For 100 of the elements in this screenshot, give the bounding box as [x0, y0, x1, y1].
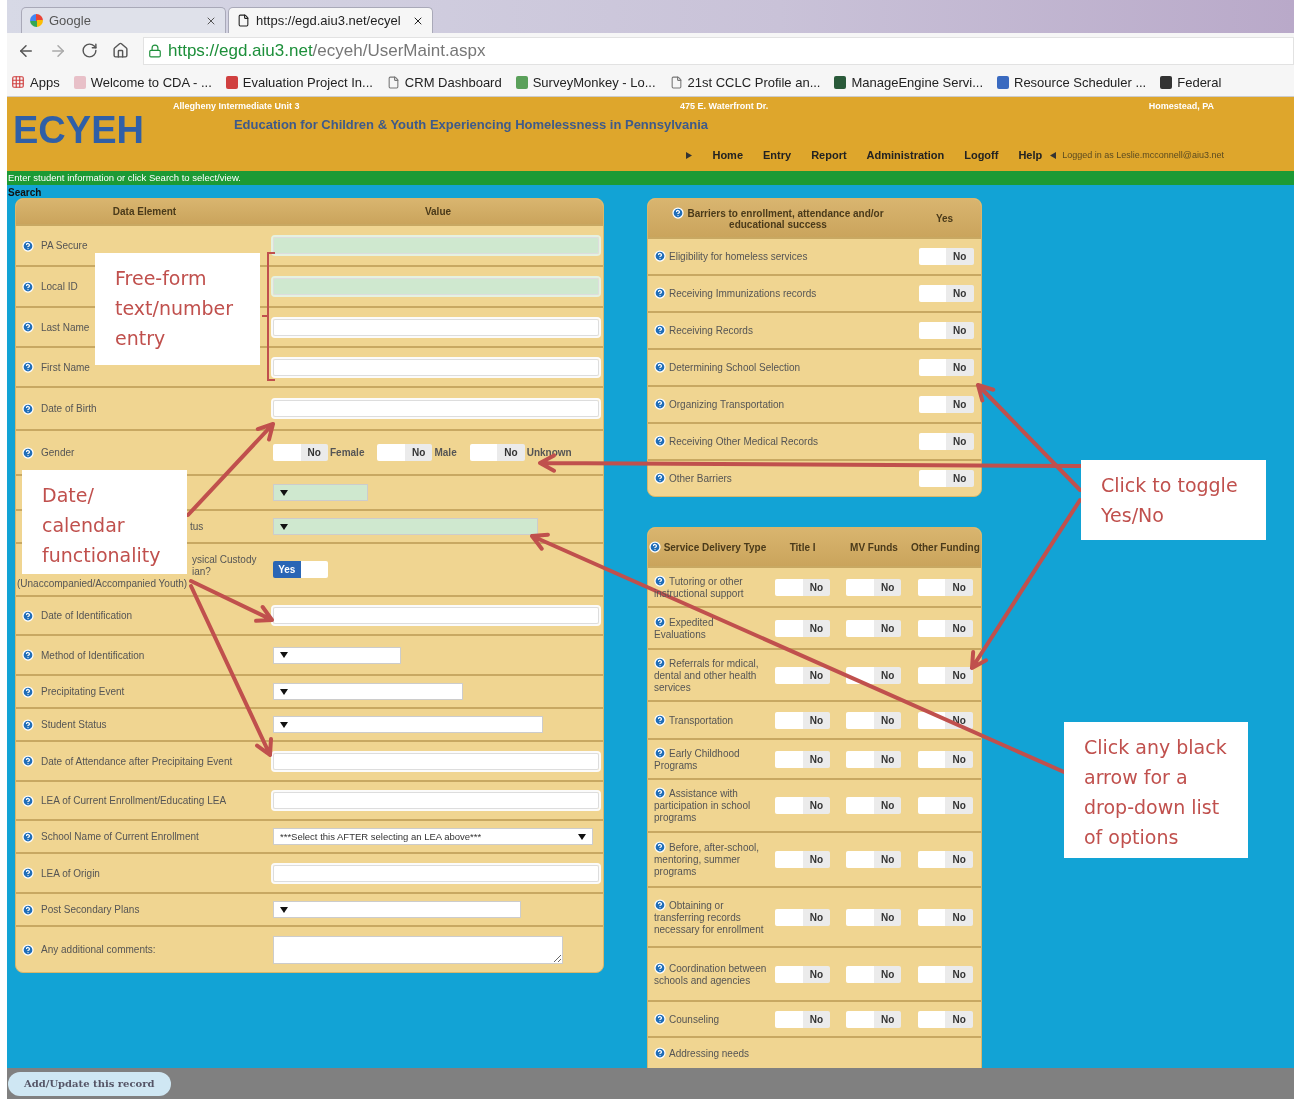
bookmark[interactable]: Evaluation Project In...: [225, 74, 373, 90]
help-icon[interactable]: [654, 1047, 666, 1059]
annotation-callout: Date/ calendar functionality: [22, 470, 187, 574]
help-icon[interactable]: [672, 206, 685, 219]
field-label: Post Secondary Plans: [41, 904, 140, 915]
field-label: ian?: [192, 566, 211, 578]
help-icon[interactable]: [654, 398, 666, 410]
favicon-icon: [30, 14, 43, 27]
bookmark[interactable]: 21st CCLC Profile an...: [669, 74, 821, 90]
help-icon[interactable]: [654, 961, 666, 974]
field-label: Any additional comments:: [41, 944, 156, 955]
nav-link[interactable]: Administration: [866, 149, 945, 161]
triangle-icon: [1050, 151, 1057, 159]
column-header: Service Delivery Type: [648, 541, 767, 553]
help-icon[interactable]: [654, 287, 666, 299]
help-icon[interactable]: [22, 239, 34, 252]
help-icon[interactable]: [654, 250, 666, 262]
help-icon[interactable]: [654, 361, 666, 373]
text-field[interactable]: [273, 752, 599, 770]
service-label: Counseling: [654, 1013, 720, 1025]
field-label: First Name: [41, 361, 90, 373]
help-icon[interactable]: [22, 755, 34, 767]
help-icon[interactable]: [22, 867, 34, 879]
barrier-label: Receiving Other Medical Records: [669, 436, 818, 447]
comments-field[interactable]: [273, 935, 563, 964]
help-icon[interactable]: [22, 685, 34, 698]
nav-link[interactable]: Help: [1018, 149, 1043, 161]
help-icon[interactable]: [654, 324, 666, 336]
bookmark[interactable]: SurveyMonkey - Lo...: [515, 74, 656, 90]
help-icon[interactable]: [22, 609, 34, 622]
column-header: Value: [423, 206, 453, 217]
help-icon[interactable]: [654, 656, 666, 669]
field-label: (Unaccompanied/Accompanied Youth): [17, 578, 188, 590]
service-label: Addressing needs: [654, 1048, 750, 1059]
dropdown[interactable]: ***Select this AFTER selecting an LEA above***: [273, 828, 593, 845]
field-label: Student Status: [41, 719, 107, 730]
help-icon[interactable]: [22, 446, 34, 459]
help-icon[interactable]: [22, 794, 34, 807]
text-field[interactable]: [273, 607, 599, 624]
nav-link[interactable]: Report: [811, 149, 847, 161]
service-label: Assistance with participation in school programs: [654, 788, 751, 823]
help-icon[interactable]: [22, 280, 34, 293]
help-icon[interactable]: [654, 472, 666, 484]
text-field[interactable]: [273, 237, 599, 254]
lock-icon: [148, 43, 162, 58]
browser-tab[interactable]: Google: [21, 7, 226, 33]
caret-icon: [280, 488, 288, 497]
help-icon[interactable]: [22, 943, 34, 956]
help-icon[interactable]: [654, 574, 666, 587]
text-field[interactable]: [273, 792, 599, 809]
bookmark[interactable]: Resource Scheduler ...: [997, 74, 1147, 90]
bookmark[interactable]: ManageEngine Servi...: [834, 74, 983, 90]
text-field[interactable]: [273, 400, 599, 417]
address-text: Allegheny Intermediate Unit 3: [173, 101, 300, 111]
help-icon[interactable]: [22, 402, 34, 415]
help-icon[interactable]: [22, 649, 34, 661]
bookmark[interactable]: Welcome to CDA - ...: [73, 74, 212, 90]
help-icon[interactable]: [22, 361, 34, 373]
browser-tab[interactable]: https://egd.aiu3.net/ecyel: [228, 7, 433, 33]
field-label: LEA of Current Enrollment/Educating LEA: [41, 795, 227, 806]
field-label: Date of Attendance after Precipitaing Event: [41, 755, 233, 767]
barrier-label: Determining School Selection: [669, 362, 801, 373]
help-icon[interactable]: [654, 435, 666, 447]
help-icon[interactable]: [654, 841, 666, 853]
column-header: MV Funds: [849, 541, 899, 553]
annotation-callout: Click to toggle Yes/No: [1081, 460, 1266, 540]
help-icon[interactable]: [648, 541, 661, 553]
nav-link[interactable]: Home: [712, 149, 743, 161]
text-field[interactable]: [273, 278, 599, 295]
help-icon[interactable]: [22, 903, 34, 916]
text-field[interactable]: [273, 318, 599, 336]
bookmark[interactable]: Federal: [1160, 74, 1222, 90]
address-bar[interactable]: https://egd.aiu3.net/ecyeh/UserMaint.aspx: [143, 36, 1294, 65]
help-icon[interactable]: [654, 787, 666, 799]
nav-link[interactable]: Entry: [763, 149, 792, 161]
help-icon[interactable]: [22, 718, 34, 731]
caret-icon: [280, 687, 288, 696]
reload-icon[interactable]: [81, 42, 98, 59]
text-field[interactable]: [273, 864, 599, 882]
text-field[interactable]: [273, 358, 599, 376]
help-icon[interactable]: [654, 713, 666, 726]
field-label: Date of Identification: [41, 610, 133, 621]
nav-link[interactable]: Logoff: [964, 149, 999, 161]
apps-grid-icon: [11, 75, 25, 89]
help-icon[interactable]: [654, 615, 666, 628]
bookmark[interactable]: Apps: [11, 74, 60, 90]
add-update-button[interactable]: Add/Update this record: [8, 1071, 171, 1096]
option-label: Male: [434, 447, 457, 458]
bookmark[interactable]: CRM Dashboard: [386, 74, 502, 90]
bookmark-icon: [225, 75, 238, 89]
help-icon[interactable]: [22, 321, 34, 333]
home-icon[interactable]: [112, 42, 129, 59]
help-icon[interactable]: [22, 830, 34, 843]
help-icon[interactable]: [654, 1012, 666, 1025]
help-icon[interactable]: [654, 746, 666, 759]
bookmark-icon: [1160, 75, 1173, 89]
bookmark-icon: [515, 75, 528, 89]
field-label: LEA of Origin: [41, 867, 100, 879]
help-icon[interactable]: [654, 898, 666, 911]
service-label: Coordination between schools and agencies: [654, 962, 767, 986]
